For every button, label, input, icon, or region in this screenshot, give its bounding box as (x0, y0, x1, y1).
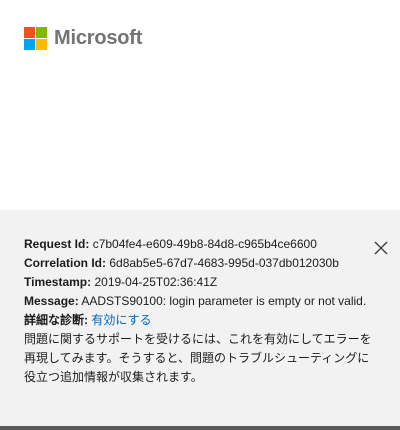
bottom-bar (0, 426, 400, 430)
message-label: Message: (24, 294, 79, 308)
microsoft-logo-icon (24, 27, 47, 50)
message-value: AADSTS90100: login parameter is empty or… (81, 294, 367, 308)
close-icon (374, 241, 388, 255)
diagnostics-row: 詳細な診断: 有効にする (24, 311, 372, 330)
timestamp-value: 2019-04-25T02:36:41Z (94, 275, 218, 289)
correlation-id-label: Correlation Id: (24, 256, 107, 270)
diagnostics-label: 詳細な診断: (24, 313, 88, 327)
message-row: Message: AADSTS90100: login parameter is… (24, 292, 372, 311)
logo-square-red (24, 27, 35, 38)
enable-diagnostics-link[interactable]: 有効にする (91, 313, 151, 327)
request-id-row: Request Id: c7b04fe4-e609-49b8-84d8-c965… (24, 235, 372, 254)
logo-square-blue (24, 39, 35, 50)
request-id-label: Request Id: (24, 237, 90, 251)
microsoft-logo: Microsoft (24, 27, 142, 50)
close-button[interactable] (373, 240, 389, 256)
timestamp-row: Timestamp: 2019-04-25T02:36:41Z (24, 273, 372, 292)
logo-square-yellow (36, 39, 47, 50)
timestamp-label: Timestamp: (24, 275, 92, 289)
error-details: Request Id: c7b04fe4-e609-49b8-84d8-c965… (24, 235, 372, 387)
request-id-value: c7b04fe4-e609-49b8-84d8-c965b4ce6600 (92, 237, 317, 251)
brand-name: Microsoft (54, 27, 143, 49)
logo-square-green (36, 27, 47, 38)
correlation-id-row: Correlation Id: 6d8ab5e5-67d7-4683-995d-… (24, 254, 372, 273)
diagnostics-note: 問題に関するサポートを受けるには、これを有効にしてエラーを再現してみます。そうす… (24, 332, 372, 384)
correlation-id-value: 6d8ab5e5-67d7-4683-995d-037db012030b (109, 256, 339, 270)
